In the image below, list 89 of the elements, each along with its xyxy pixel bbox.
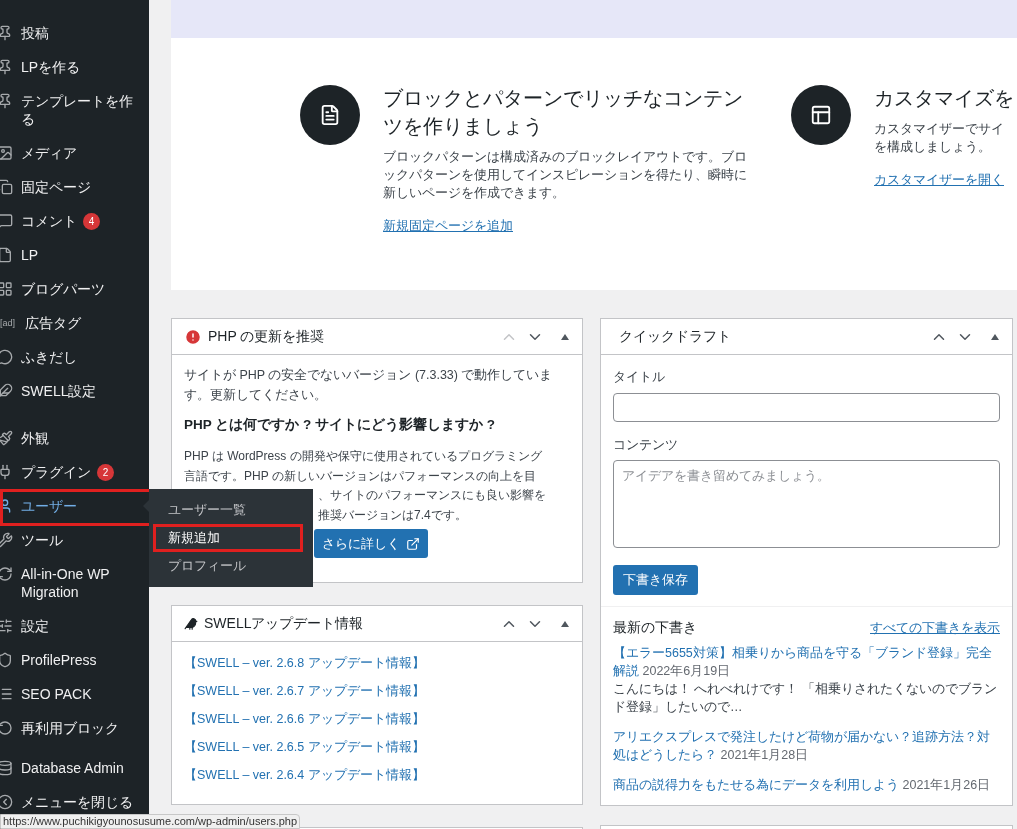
info-text: 言語です。PHP の新しいバージョンはパフォーマンスの向上を目: [184, 467, 537, 485]
draft-title-link[interactable]: アリエクスプレスで発注したけど荷物が届かない？追跡方法？対処はどうしたら？ 2021年1月28日: [613, 728, 1000, 765]
sliders-icon: [0, 618, 13, 634]
update-link[interactable]: 【SWELL – ver. 2.6.7 アップデート情報】: [184, 682, 570, 701]
status-url-tooltip: https://www.puchikigyounosusume.com/wp-admin/users.php: [0, 814, 301, 829]
grid-icon: [0, 281, 13, 297]
ad-icon: [ad]: [0, 314, 17, 332]
info-text: PHP は WordPress の開発や保守に使用されているプログラミング: [184, 448, 543, 466]
save-draft-button[interactable]: 下書き保存: [613, 565, 698, 595]
update-link[interactable]: 【SWELL – ver. 2.6.4 アップデート情報】: [184, 766, 570, 785]
feature-link[interactable]: 新規固定ページを追加: [383, 216, 753, 236]
draft-excerpt: こんにちは！ へれべれけです！ 「相乗りされたくないのでブランド登録」したいので…: [613, 681, 998, 717]
feather-icon: [0, 383, 13, 399]
draft-title-link[interactable]: 【エラー5655対策】相乗りから商品を守る「ブランド登録」完全解説 2022年6月19日: [613, 644, 1000, 681]
submenu-item[interactable]: ユーザー一覧: [149, 496, 313, 524]
feature-description: ブロックパターンは構成済みのブロックレイアウトです。ブロックパターンを使用してインスピレーションを得たり、瞬時に新しいページを作成できます。: [383, 148, 748, 202]
triangle-up-icon[interactable]: [560, 332, 570, 341]
pages-icon: [0, 179, 13, 195]
shield-icon: [0, 652, 13, 668]
sidebar-item[interactable]: ふきだし: [0, 340, 149, 374]
list-icon: [0, 686, 13, 702]
pin-icon: [0, 93, 13, 109]
feature-title: カスタマイズを: [874, 86, 1014, 111]
sidebar-item[interactable]: ProfilePress: [0, 643, 149, 677]
speech-bubble-icon: [0, 349, 13, 365]
sidebar-item[interactable]: All-in-One WP Migration: [0, 557, 149, 609]
sidebar-item[interactable]: ツール: [0, 523, 149, 557]
info-text: 、サイトのパフォーマンスにも良い影響を: [318, 487, 546, 505]
warning-message: サイトが PHP の安全でないバージョン (7.3.33) で動作しています。更新してください。: [184, 367, 554, 404]
sidebar-item[interactable]: SWELL設定: [0, 374, 149, 408]
wrench-icon: [0, 532, 13, 548]
document-icon: [319, 104, 341, 126]
content-textarea[interactable]: アイデアを書き留めてみましょう。: [613, 460, 1000, 548]
sidebar-item[interactable]: 投稿: [0, 16, 149, 50]
alert-icon: [184, 327, 202, 346]
collapse-icon: [0, 794, 13, 810]
recent-drafts-heading: 最新の下書き: [613, 619, 697, 637]
panel-title: SWELLアップデート情報: [204, 614, 364, 633]
layout-icon: [810, 104, 832, 126]
sidebar-item[interactable]: Database Admin: [0, 751, 149, 785]
feature-link[interactable]: カスタマイザーを開く: [874, 170, 1014, 190]
info-text: 推奨バージョンは7.4です。: [318, 506, 467, 524]
draft-title-link[interactable]: 商品の説得力をもたせる為にデータを利用しよう 2021年1月26日: [613, 776, 1000, 795]
title-input[interactable]: [613, 392, 1000, 422]
submenu-item[interactable]: プロフィール: [149, 552, 313, 580]
refresh-icon: [0, 566, 13, 582]
sidebar-item[interactable]: コメント 4: [0, 204, 149, 238]
feature-description: カスタマイザーでサイ: [874, 120, 1005, 138]
plug-icon: [0, 464, 13, 480]
sidebar-item[interactable]: 設定: [0, 609, 149, 643]
section-heading: PHP とは何ですか ? サイトにどう影響しますか ?: [184, 416, 496, 434]
user-icon: [0, 498, 13, 514]
field-label: タイトル: [613, 368, 666, 386]
triangle-up-icon[interactable]: [990, 332, 1000, 341]
sidebar-item[interactable]: プラグイン 2: [0, 455, 149, 489]
feature-description: を構成しましょう。: [874, 138, 992, 156]
sidebar-item[interactable]: 固定ページ: [0, 170, 149, 204]
update-link[interactable]: 【SWELL – ver. 2.6.6 アップデート情報】: [184, 710, 570, 729]
sidebar-item[interactable]: ブログパーツ: [0, 272, 149, 306]
sidebar-item[interactable]: LPを作る: [0, 50, 149, 84]
panel-title: PHP の更新を推奨: [208, 327, 325, 346]
count-badge: 4: [83, 212, 100, 230]
sidebar-item[interactable]: メディア: [0, 136, 149, 170]
brush-icon: [0, 430, 13, 446]
update-link[interactable]: 【SWELL – ver. 2.6.8 アップデート情報】: [184, 654, 570, 673]
sidebar-item[interactable]: 外観: [0, 421, 149, 455]
panel-title: クイックドラフト: [619, 327, 731, 346]
page-icon: [0, 247, 13, 263]
pin-icon: [0, 59, 13, 75]
update-link[interactable]: 【SWELL – ver. 2.6.5 アップデート情報】: [184, 738, 570, 757]
field-label: コンテンツ: [613, 435, 679, 454]
comment-icon: [0, 213, 13, 229]
rotate-icon: [0, 720, 13, 736]
bird-icon: [184, 616, 198, 631]
sidebar-item[interactable]: LP: [0, 238, 149, 272]
media-icon: [0, 145, 13, 161]
view-all-link[interactable]: すべての下書きを表示: [870, 618, 1000, 638]
count-badge: 2: [97, 463, 114, 481]
pin-icon: [0, 25, 13, 41]
feature-title: ブロックとパターンでリッチなコンテンツを作りましょう: [383, 86, 744, 139]
sidebar-item[interactable]: [ad] 広告タグ: [0, 306, 149, 340]
triangle-up-icon[interactable]: [560, 619, 570, 628]
learn-more-button[interactable]: さらに詳しく: [314, 529, 428, 559]
database-icon: [0, 760, 13, 776]
sidebar-item[interactable]: 再利用ブロック: [0, 711, 149, 745]
external-link-icon: [406, 536, 420, 551]
submenu-item[interactable]: 新規追加: [153, 524, 303, 552]
sidebar-item[interactable]: SEO PACK: [0, 677, 149, 711]
sidebar-item[interactable]: テンプレートを作る: [0, 84, 149, 136]
